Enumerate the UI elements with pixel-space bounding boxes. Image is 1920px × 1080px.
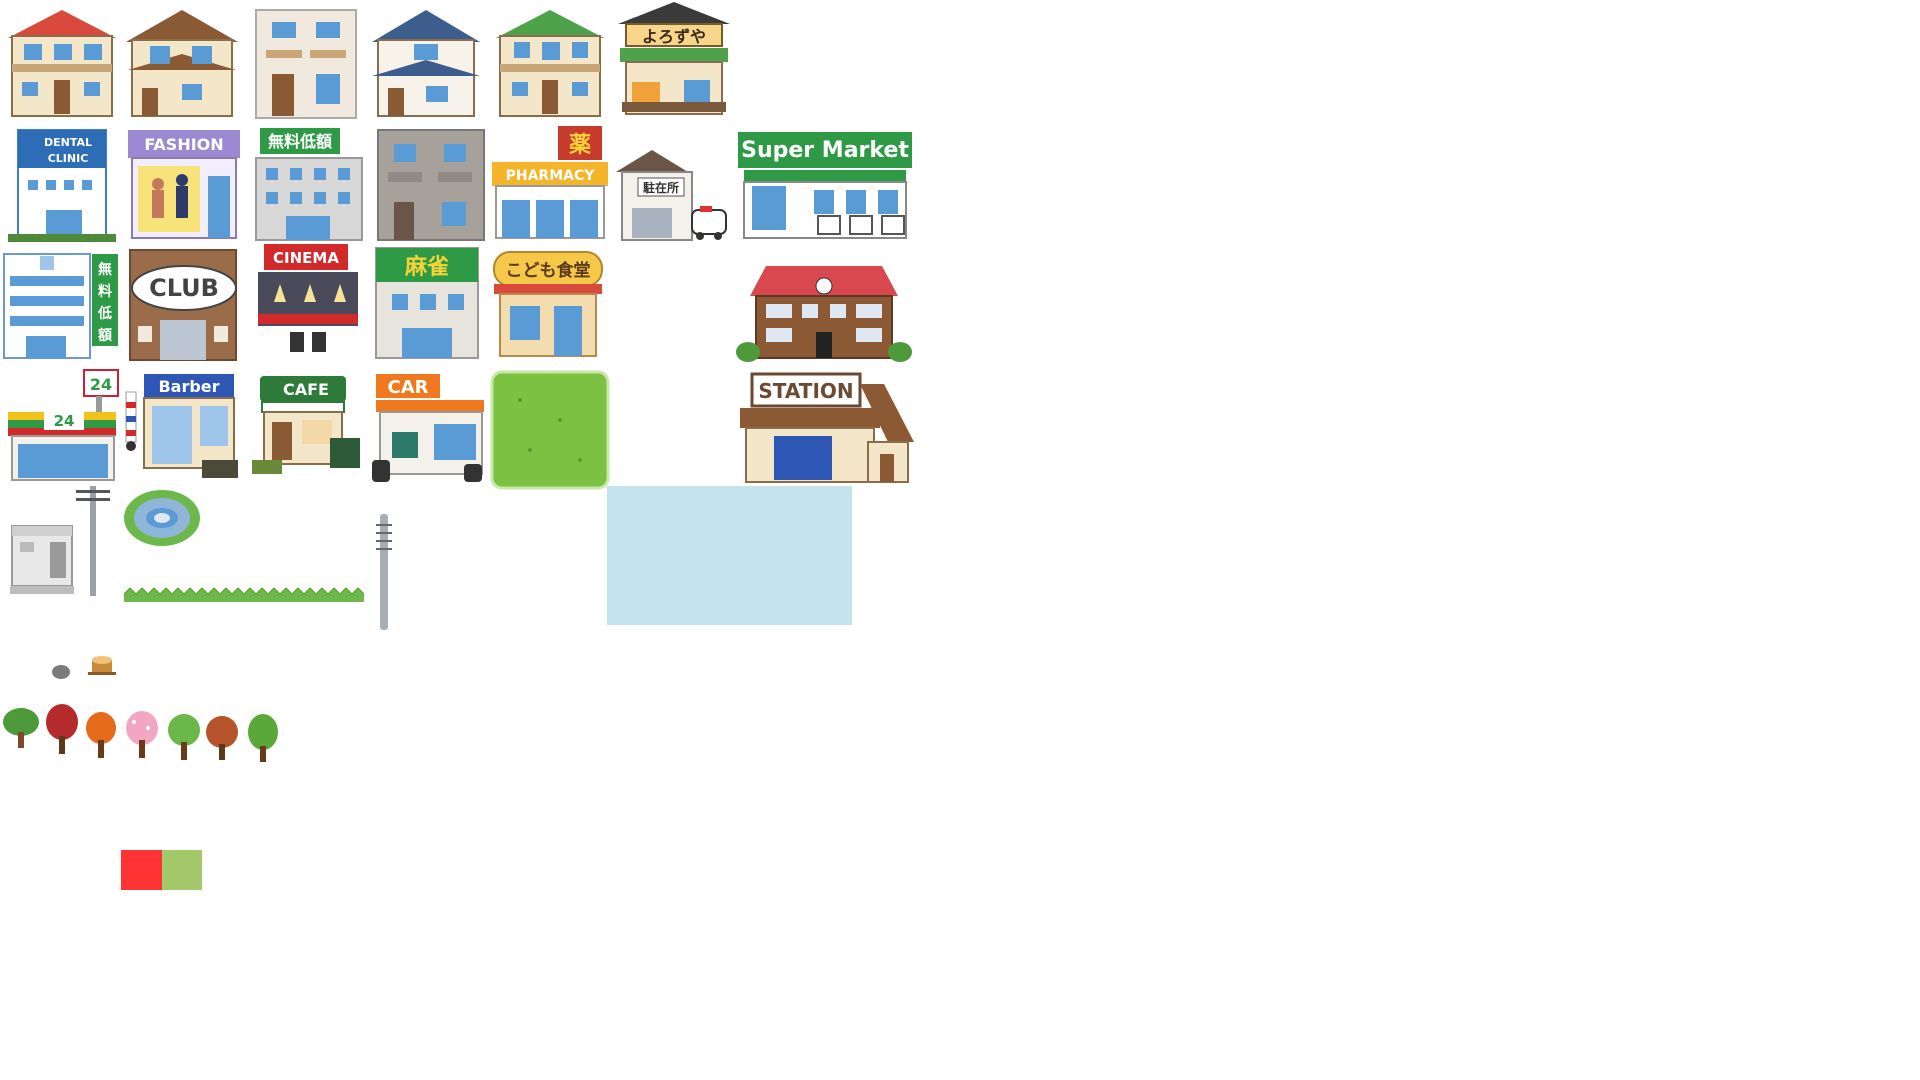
house-brown-roof[interactable] bbox=[122, 8, 242, 128]
grass-tile[interactable] bbox=[490, 370, 610, 490]
sign-clinic: CLINIC bbox=[48, 152, 89, 165]
tree-red[interactable] bbox=[44, 702, 80, 754]
tree-pink-blossom[interactable] bbox=[124, 708, 160, 758]
sign-free-loan: 無料低額 bbox=[268, 132, 332, 151]
apartment-grey[interactable] bbox=[372, 129, 492, 250]
sign-police-box: 駐在所 bbox=[643, 180, 679, 195]
sign-club: CLUB bbox=[149, 274, 219, 302]
sign-pharmacy: PHARMACY bbox=[506, 168, 596, 184]
sign-free-loan-v3: 低 bbox=[97, 305, 112, 322]
sign-cafe: CAFE bbox=[283, 380, 329, 399]
sign-conbini-24-pole: 24 bbox=[90, 375, 112, 394]
general-store-yorozuya[interactable]: よろずや bbox=[614, 2, 734, 122]
tree-orange[interactable] bbox=[84, 710, 118, 758]
cafe[interactable]: CAFE bbox=[248, 374, 368, 494]
sign-dental: DENTAL bbox=[44, 136, 92, 149]
fashion-store[interactable]: FASHION bbox=[124, 130, 244, 250]
sign-cinema: CINEMA bbox=[273, 249, 339, 267]
tree-green-wide[interactable] bbox=[2, 704, 40, 750]
swatch-red[interactable] bbox=[121, 850, 162, 890]
train-station[interactable]: STATION bbox=[738, 372, 914, 492]
cinema[interactable]: CINEMA bbox=[254, 244, 374, 364]
club[interactable]: CLUB bbox=[126, 248, 246, 368]
swatch-green[interactable] bbox=[162, 850, 202, 890]
sign-free-loan-v2: 料 bbox=[98, 283, 112, 300]
pond-water-tile[interactable] bbox=[607, 486, 852, 625]
house-blue-roof[interactable] bbox=[366, 8, 486, 128]
tree-autumn-brown[interactable] bbox=[204, 714, 240, 760]
sign-conbini-24: 24 bbox=[54, 412, 75, 430]
sign-free-loan-v4: 額 bbox=[97, 327, 112, 344]
tile-sheet: よろずや DENTAL CLINIC FASHION 無料低額 薬 PHARMACY… bbox=[0, 0, 1920, 1080]
kids-cafeteria[interactable]: こども食堂 bbox=[490, 248, 610, 368]
barber-shop[interactable]: Barber bbox=[122, 372, 242, 492]
sign-yorozuya: よろずや bbox=[642, 27, 706, 46]
house-red-roof[interactable] bbox=[2, 8, 122, 128]
sign-car: CAR bbox=[387, 377, 428, 398]
sign-barber: Barber bbox=[158, 377, 219, 396]
free-loan-office-building[interactable]: 無料低額 bbox=[250, 128, 370, 248]
sign-mahjong: 麻雀 bbox=[404, 254, 449, 280]
sign-kids-cafeteria: こども食堂 bbox=[506, 260, 591, 281]
sign-fashion: FASHION bbox=[144, 135, 223, 154]
sign-station: STATION bbox=[758, 379, 853, 403]
school-building[interactable] bbox=[736, 266, 912, 386]
supermarket[interactable]: Super Market bbox=[738, 132, 912, 252]
sign-supermarket: Super Market bbox=[741, 138, 909, 163]
dental-clinic[interactable]: DENTAL CLINIC bbox=[2, 129, 122, 250]
sign-free-loan-v1: 無 bbox=[98, 261, 112, 278]
sign-pharmacy-kanji: 薬 bbox=[569, 133, 591, 158]
pharmacy[interactable]: 薬 PHARMACY bbox=[490, 126, 610, 246]
rock-prop[interactable] bbox=[50, 660, 72, 680]
street-lamp-pole[interactable] bbox=[372, 514, 396, 630]
house-green-roof[interactable] bbox=[490, 8, 610, 128]
tree-green-tall[interactable] bbox=[246, 714, 280, 762]
car-dealer[interactable]: CAR bbox=[370, 372, 490, 492]
tree-light-green[interactable] bbox=[166, 712, 202, 760]
mahjong-parlor[interactable]: 麻雀 bbox=[372, 246, 492, 366]
apartment-cream[interactable] bbox=[246, 8, 366, 128]
grass-strip[interactable] bbox=[123, 587, 365, 608]
utility-pole-with-transformer[interactable] bbox=[10, 486, 130, 606]
hospital-free-loan[interactable]: 無料低額 bbox=[2, 250, 122, 370]
convenience-store-24[interactable]: 24 24 bbox=[4, 369, 124, 490]
tree-stump-prop[interactable] bbox=[86, 654, 118, 678]
police-box[interactable]: 駐在所 bbox=[612, 150, 732, 270]
